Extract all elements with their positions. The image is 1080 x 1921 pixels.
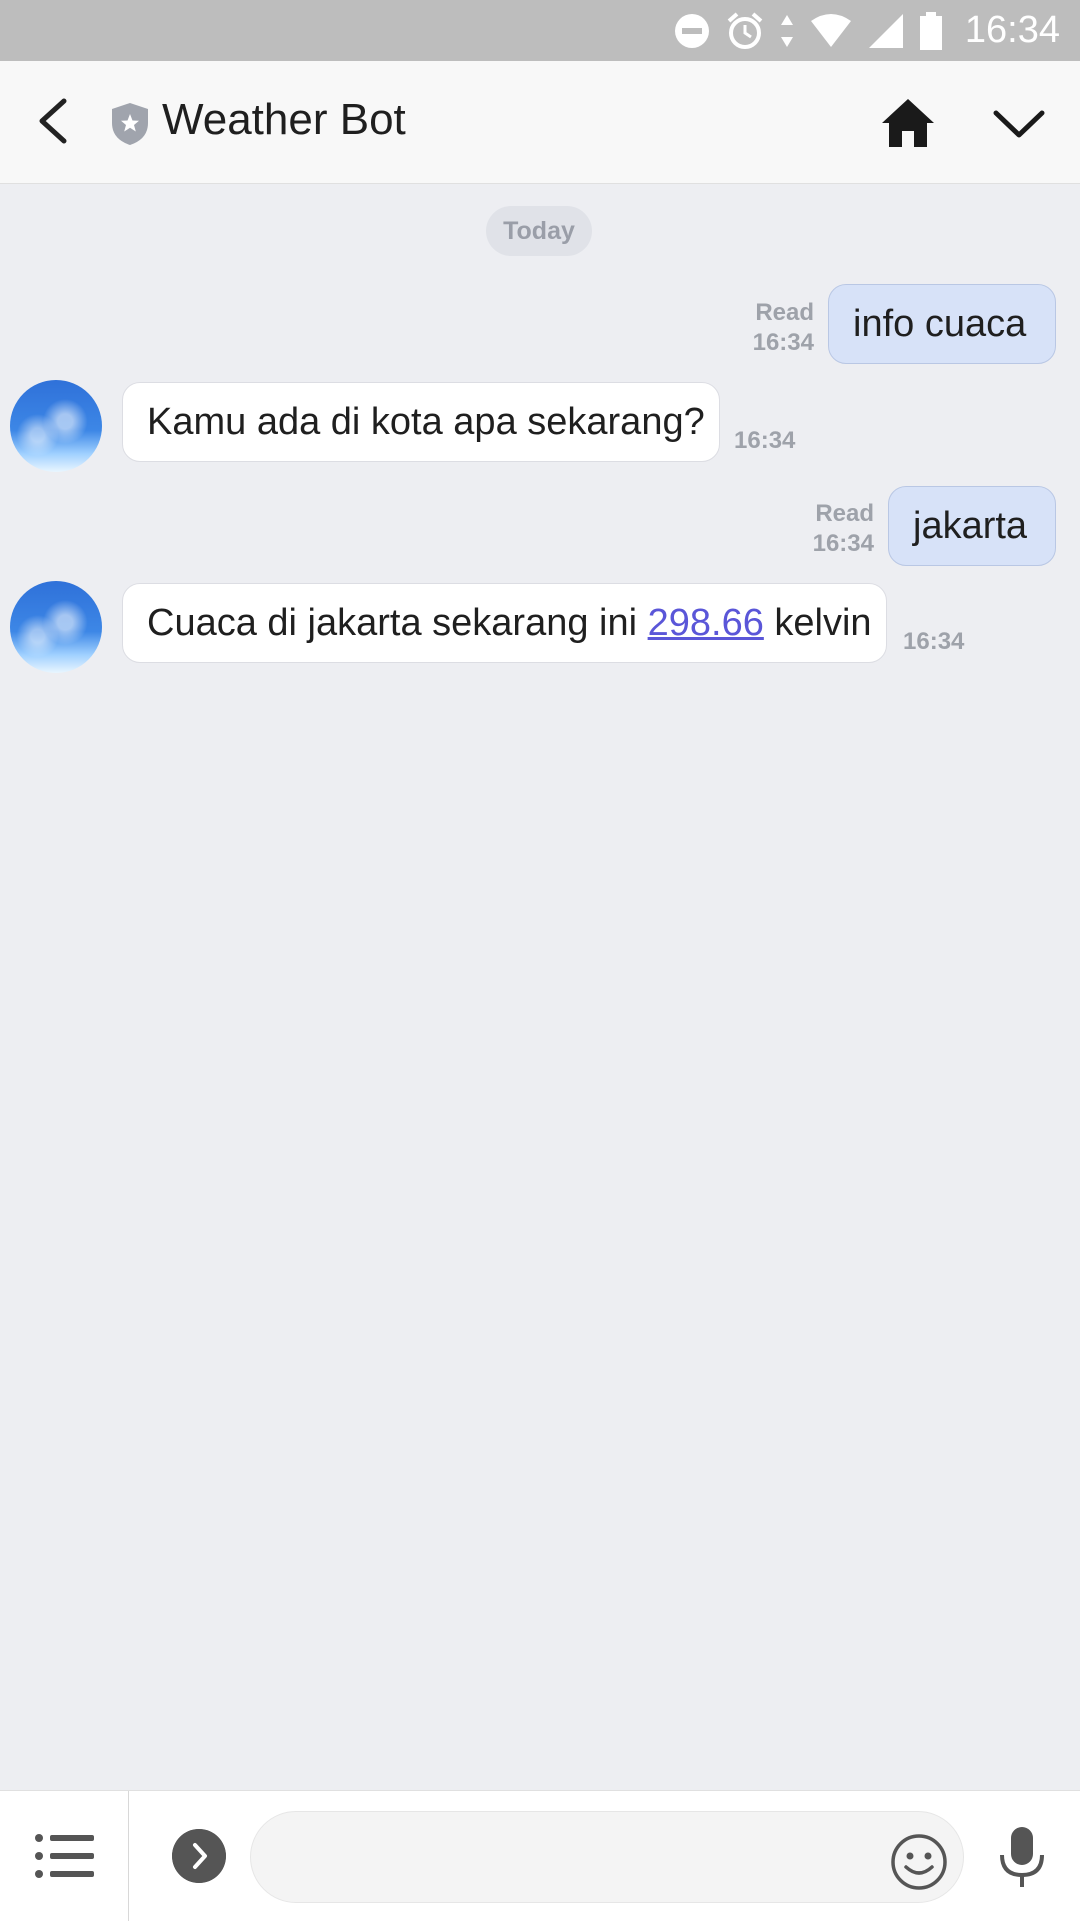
wifi-icon [810,13,851,47]
official-shield-icon [112,103,148,145]
status-icons: 16:34 [673,0,1060,61]
divider [128,1791,129,1921]
incoming-message[interactable]: Cuaca di jakarta sekarang ini 298.66 kel… [122,583,887,663]
message-meta: Read 16:34 [780,499,874,559]
date-chip: Today [486,206,592,256]
microphone-button[interactable] [996,1825,1048,1891]
message-meta: Read 16:34 [720,298,814,358]
chat-header: Weather Bot [0,61,1080,184]
status-bar: 16:34 [0,0,1080,61]
message-text-before: Cuaca di jakarta sekarang ini [147,601,648,644]
back-button[interactable] [24,91,84,151]
chat-title: Weather Bot [162,95,406,144]
read-receipt: Read [755,299,814,326]
bot-avatar[interactable] [10,380,102,472]
message-time: 16:34 [903,628,965,655]
message-time: 16:34 [752,329,814,356]
read-receipt: Read [815,500,874,527]
message-text: info cuaca [853,302,1027,345]
alarm-icon [727,11,763,49]
do-not-disturb-icon [674,13,709,48]
chevron-down-button[interactable] [990,97,1048,151]
data-arrows-icon [780,14,793,47]
message-text: Cuaca di jakarta sekarang ini 298.66 kel… [147,602,872,645]
input-bar [0,1790,1080,1921]
message-time: 16:34 [812,530,874,557]
message-time: 16:34 [734,427,796,454]
battery-icon [919,11,942,50]
incoming-message[interactable]: Kamu ada di kota apa sekarang? [122,382,720,462]
outgoing-message[interactable]: info cuaca [828,284,1056,364]
message-input[interactable] [250,1811,964,1903]
message-text: jakarta [913,504,1028,547]
expand-button[interactable] [172,1829,226,1883]
home-button[interactable] [878,93,938,153]
temperature-link[interactable]: 298.66 [648,602,764,644]
message-text: Kamu ada di kota apa sekarang? [147,400,705,443]
message-text-after: kelvin [763,601,872,644]
cell-signal-icon [868,13,903,48]
menu-list-button[interactable] [34,1831,96,1881]
outgoing-message[interactable]: jakarta [888,486,1056,566]
emoji-button[interactable] [890,1833,948,1891]
status-time: 16:34 [964,9,1060,51]
bot-avatar[interactable] [10,581,102,673]
